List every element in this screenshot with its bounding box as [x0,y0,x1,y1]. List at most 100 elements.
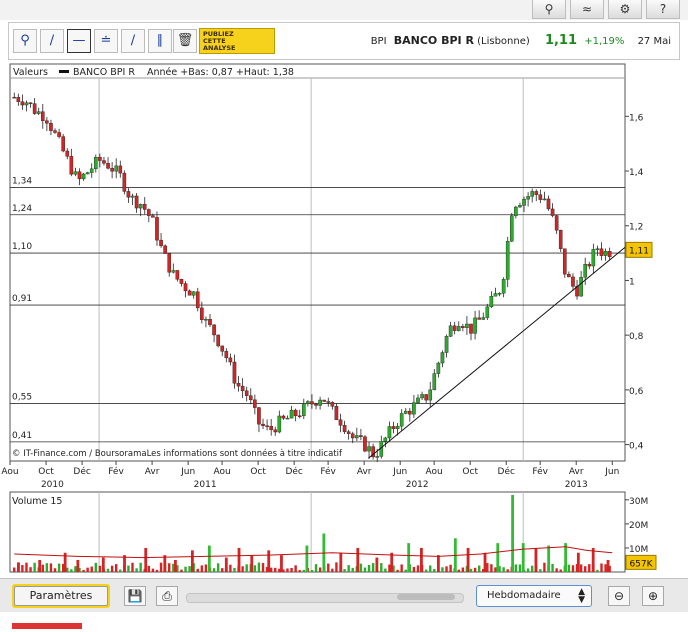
level-label: 0,41 [12,431,32,441]
candle-down [477,317,481,320]
volume-bar [567,564,571,572]
candle-up [501,279,506,294]
candle-down [571,276,575,287]
candle-up [440,352,445,364]
volume-bar [486,563,489,572]
zoom-in-icon[interactable]: ⊕ [642,586,664,606]
candle-down [240,385,245,392]
volume-y-tick-label: 10M [629,545,648,555]
candle-down [534,191,539,195]
x-tick-label: Aou [213,467,230,477]
volume-bar [286,568,289,572]
volume-bar [261,562,265,572]
volume-bar [131,562,134,572]
candle-up [436,362,441,374]
volume-bar [400,564,403,572]
candle-down [147,209,151,216]
volume-bar [367,565,371,572]
candle-up [367,446,371,452]
volume-bar [530,565,534,572]
volume-bar [547,545,551,572]
candle-down [265,425,269,427]
candle-down [587,263,592,267]
candle-up [285,417,290,420]
save-icon[interactable]: 💾 [124,586,146,606]
candle-down [167,253,172,273]
volume-bar [466,547,470,572]
x-tick-label: Jun [392,467,407,477]
candle-down [155,217,159,241]
candle-up [465,323,469,328]
period-select[interactable]: Hebdomadaire ▲ ▼ [476,585,592,607]
candle-down [40,111,45,121]
volume-bar [483,552,487,572]
level-label: 1,24 [12,204,32,214]
volume-bar [224,557,228,572]
volume-bar [70,569,73,572]
volume-bar [200,565,204,572]
volume-bar [45,563,49,572]
volume-bar [21,565,24,572]
scrollbar-thumb[interactable] [397,594,455,600]
candle-down [322,399,326,402]
volume-bar [212,568,216,572]
last-price-label: 1,11 [629,246,649,256]
candle-up [85,172,90,175]
print-icon[interactable]: ⎙ [156,586,178,606]
candle-down [546,198,551,210]
candle-down [538,194,543,200]
candle-down [126,191,131,198]
volume-bar [101,557,105,572]
volume-bar [420,547,423,572]
candle-down [106,163,110,169]
y-tick-label: 1,4 [629,168,644,178]
volume-bar [221,568,224,572]
volume-bar [114,564,118,572]
parameters-button[interactable]: Paramètres [12,584,110,608]
volume-bar [168,563,171,572]
candle-down [334,406,339,420]
zoom-out-icon[interactable]: ⊖ [608,586,630,606]
year-label: 2013 [565,480,588,490]
candle-up [387,426,392,439]
candle-up [412,402,416,415]
candle-down [163,245,167,254]
volume-bar [98,565,102,572]
time-scrollbar[interactable] [186,593,464,603]
candle-up [277,415,282,433]
volume-bar [327,563,330,572]
candle-down [159,239,163,247]
candle-down [558,229,563,249]
volume-bar [506,569,509,572]
volume-bar [514,564,518,572]
volume-bar [588,564,591,572]
candle-up [530,191,534,197]
volume-bar [190,550,194,572]
x-tick-label: Fév [532,466,548,477]
candle-up [485,306,490,318]
candle-down [208,319,212,326]
page-footer [0,612,688,632]
volume-bar [155,569,159,572]
candle-down [281,415,286,419]
volume-bar [257,562,261,572]
candle-down [20,101,25,106]
volume-bar [539,569,542,572]
x-tick-label: Oct [38,467,54,477]
x-tick-label: Avr [569,467,584,477]
volume-bar [347,565,350,572]
x-tick-label: Déc [498,466,515,477]
legend-entry: BANCO BPI R [73,67,135,78]
volume-bar [269,567,273,572]
volume-bar [110,565,114,572]
candle-up [94,157,98,170]
volume-bar [555,568,558,572]
candle-up [603,251,608,256]
candle-up [383,437,388,442]
volume-bar [119,569,122,572]
volume-bar [579,564,583,572]
volume-bar [207,545,211,572]
volume-bar [388,564,391,572]
volume-bar [318,567,322,572]
candle-up [420,394,424,399]
